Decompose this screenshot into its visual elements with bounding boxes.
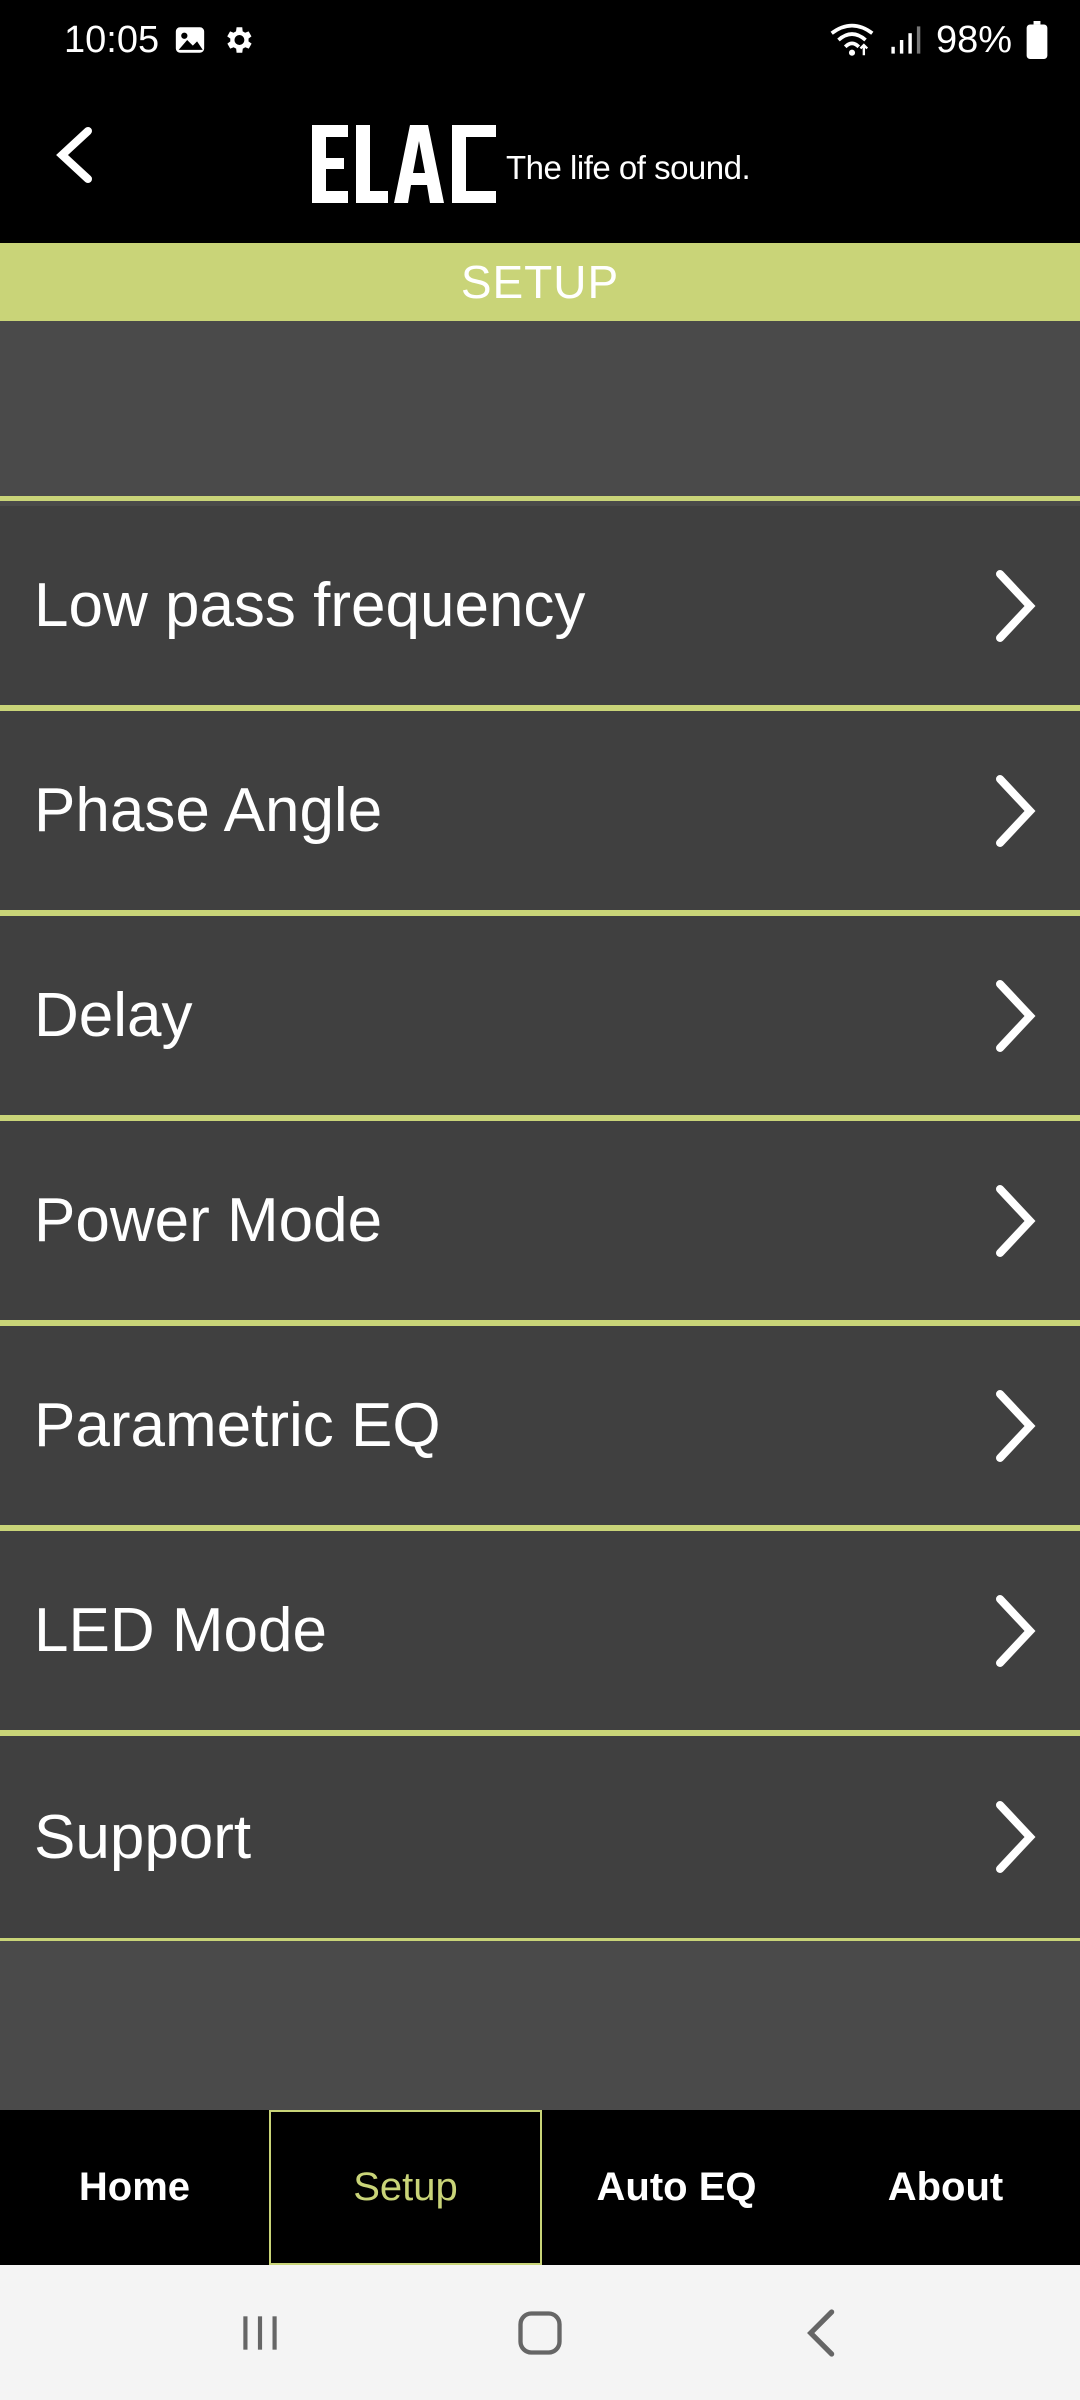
menu-item-led-mode[interactable]: LED Mode <box>0 1531 1080 1736</box>
menu-item-support[interactable]: Support <box>0 1736 1080 1941</box>
tab-auto-eq[interactable]: Auto EQ <box>542 2110 811 2265</box>
menu-item-phase-angle[interactable]: Phase Angle <box>0 711 1080 916</box>
section-title-bar: SETUP <box>0 243 1080 321</box>
top-spacer <box>0 321 1080 501</box>
menu-item-low-pass-frequency[interactable]: Low pass frequency <box>0 506 1080 711</box>
setup-menu-list: Low pass frequency Phase Angle Delay Pow… <box>0 506 1080 1941</box>
status-time: 10:05 <box>64 18 160 61</box>
system-back-button[interactable] <box>770 2293 870 2373</box>
menu-item-delay[interactable]: Delay <box>0 916 1080 1121</box>
chevron-right-icon <box>990 976 1040 1056</box>
image-icon <box>173 23 207 57</box>
tab-home[interactable]: Home <box>0 2110 269 2265</box>
system-nav-bar <box>0 2265 1080 2400</box>
status-left: 10:05 <box>64 19 255 62</box>
battery-icon <box>1026 21 1048 59</box>
chevron-right-icon <box>990 1181 1040 1261</box>
recent-apps-icon <box>243 2315 277 2350</box>
brand-tagline: The life of sound. <box>506 149 751 186</box>
menu-item-label: LED Mode <box>34 1596 327 1665</box>
chevron-right-icon <box>990 771 1040 851</box>
chevron-right-icon <box>990 566 1040 646</box>
menu-item-label: Support <box>34 1802 252 1872</box>
recent-apps-button[interactable] <box>210 2293 310 2373</box>
home-button[interactable] <box>490 2293 590 2373</box>
chevron-right-icon <box>990 1591 1040 1671</box>
gear-icon <box>221 23 255 57</box>
menu-item-label: Phase Angle <box>34 776 383 845</box>
tab-about[interactable]: About <box>811 2110 1080 2265</box>
section-title: SETUP <box>460 256 620 308</box>
menu-item-label: Power Mode <box>34 1186 383 1255</box>
signal-icon <box>888 23 922 57</box>
tab-setup[interactable]: Setup <box>269 2110 542 2265</box>
bottom-tab-bar: Home Setup Auto EQ About <box>0 2110 1080 2265</box>
chevron-right-icon <box>990 1386 1040 1466</box>
chevron-right-icon <box>990 1797 1040 1877</box>
menu-item-parametric-eq[interactable]: Parametric EQ <box>0 1326 1080 1531</box>
menu-item-label: Low pass frequency <box>34 571 586 640</box>
elac-logo <box>312 125 496 203</box>
brand: The life of sound. <box>310 120 751 205</box>
battery-level: 98% <box>935 18 1012 61</box>
back-button[interactable] <box>30 110 120 200</box>
back-icon <box>807 2308 835 2357</box>
home-icon <box>518 2310 562 2355</box>
menu-item-label: Delay <box>34 981 193 1050</box>
app-header: The life of sound. <box>0 80 1080 243</box>
menu-item-label: Parametric EQ <box>34 1391 441 1460</box>
status-right: 98% <box>830 19 1048 62</box>
chevron-left-icon <box>56 127 92 183</box>
wifi-icon <box>830 23 874 57</box>
menu-item-power-mode[interactable]: Power Mode <box>0 1121 1080 1326</box>
status-bar: 10:05 98% <box>0 0 1080 80</box>
